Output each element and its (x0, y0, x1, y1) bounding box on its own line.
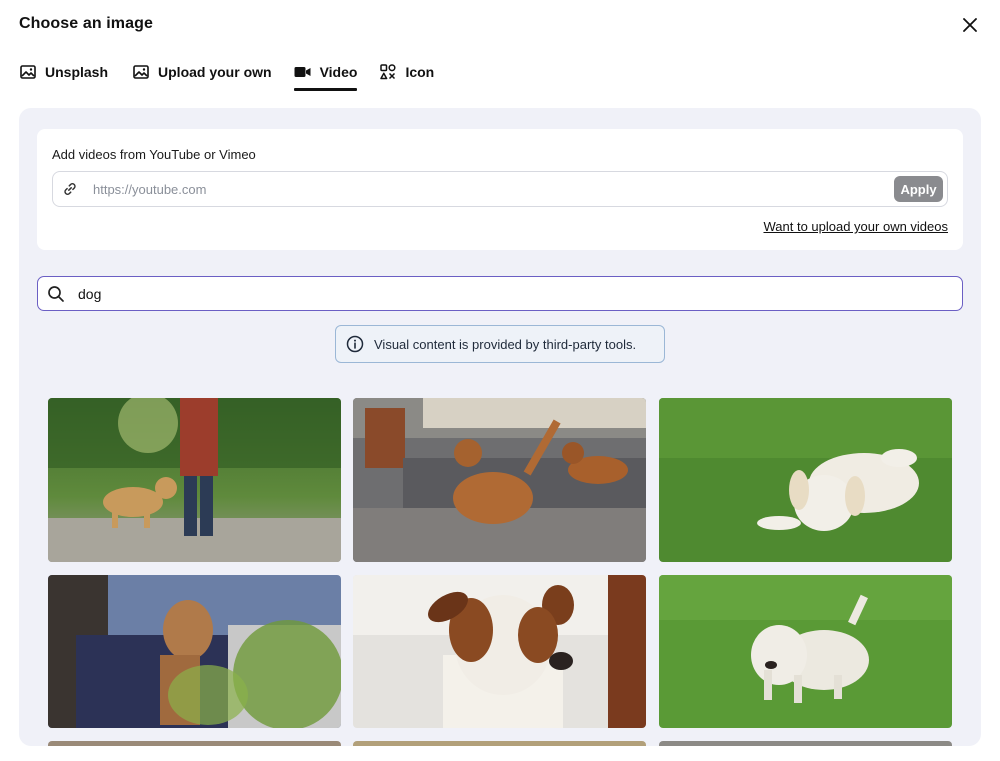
result-image (48, 741, 341, 746)
tab-upload-your-own[interactable]: Upload your own (132, 56, 272, 88)
tab-label: Icon (405, 64, 435, 80)
tab-bar: Unsplash Upload your own Video Icon (19, 56, 434, 94)
close-icon (963, 18, 977, 32)
video-result-thumbnail[interactable] (48, 741, 341, 746)
apply-button[interactable]: Apply (894, 176, 943, 202)
video-url-field-row: Apply (52, 171, 948, 207)
tab-video[interactable]: Video (293, 56, 358, 91)
video-result-thumbnail[interactable] (659, 575, 952, 728)
tab-label: Unsplash (45, 64, 109, 80)
park-dog-image (48, 398, 341, 562)
puppies-mirror-image (353, 398, 646, 562)
search-icon (48, 286, 64, 302)
link-icon (61, 180, 79, 198)
video-camera-icon (294, 63, 312, 81)
white-puppy-grass-image (659, 398, 952, 562)
tab-unsplash[interactable]: Unsplash (19, 56, 108, 88)
search-input[interactable] (78, 283, 938, 305)
video-result-thumbnail[interactable] (659, 741, 952, 746)
search-field (37, 276, 963, 311)
result-image (353, 741, 646, 746)
image-icon (132, 63, 150, 81)
video-result-thumbnail[interactable] (353, 575, 646, 728)
video-url-label: Add videos from YouTube or Vimeo (52, 147, 256, 162)
result-image (659, 741, 952, 746)
third-party-notice: Visual content is provided by third-part… (335, 325, 665, 363)
video-result-thumbnail[interactable] (353, 398, 646, 562)
video-result-thumbnail[interactable] (353, 741, 646, 746)
video-result-thumbnail[interactable] (48, 575, 341, 728)
dialog-title: Choose an image (19, 15, 153, 32)
dog-on-couch-image (48, 575, 341, 728)
video-url-input[interactable] (93, 178, 873, 200)
image-icon (19, 63, 37, 81)
shapes-icon (379, 63, 397, 81)
westie-grass-image (659, 575, 952, 728)
upload-own-videos-link[interactable]: Want to upload your own videos (763, 219, 948, 234)
tab-icon[interactable]: Icon (379, 56, 434, 88)
close-button[interactable] (958, 13, 982, 37)
video-panel: Add videos from YouTube or Vimeo Apply W… (19, 108, 981, 746)
video-result-thumbnail[interactable] (48, 398, 341, 562)
video-url-card: Add videos from YouTube or Vimeo Apply W… (37, 129, 963, 250)
tab-label: Upload your own (158, 64, 272, 80)
terrier-portrait-image (353, 575, 646, 728)
notice-text: Visual content is provided by third-part… (374, 336, 637, 352)
tab-label: Video (319, 64, 358, 80)
video-result-thumbnail[interactable] (659, 398, 952, 562)
info-icon (346, 335, 364, 353)
